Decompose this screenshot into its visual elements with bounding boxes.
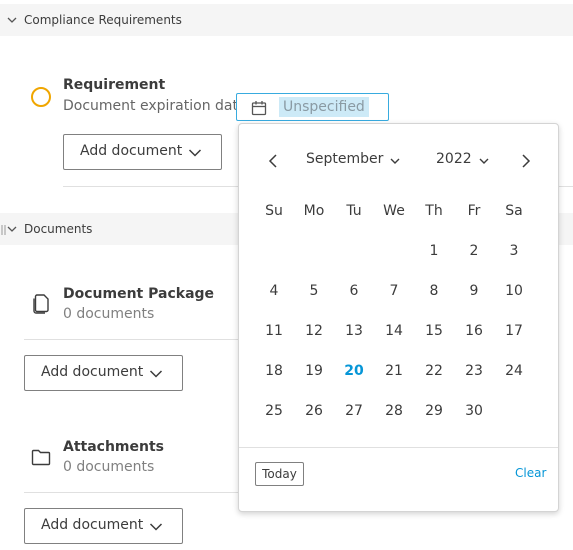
document-package-count: 0 documents — [63, 306, 155, 322]
compliance-section-header[interactable]: Compliance Requirements — [0, 4, 573, 36]
calendar-day[interactable]: 17 — [499, 323, 529, 339]
calendar-day[interactable]: 24 — [499, 363, 529, 379]
chevron-down-icon[interactable] — [479, 157, 489, 165]
add-document-button-requirement[interactable]: Add document — [63, 134, 222, 170]
calendar-day[interactable]: 4 — [259, 283, 289, 299]
weekday-header: Su — [265, 203, 283, 219]
expiration-date-label: Document expiration date: — [63, 98, 252, 114]
calendar-day[interactable]: 21 — [379, 363, 409, 379]
calendar-day[interactable]: 19 — [299, 363, 329, 379]
calendar-day[interactable]: 3 — [499, 243, 529, 259]
calendar-day[interactable]: 20 — [339, 363, 369, 379]
divider — [24, 339, 238, 340]
status-circle-icon — [31, 87, 51, 107]
calendar-day[interactable]: 18 — [259, 363, 289, 379]
calendar-day[interactable]: 14 — [379, 323, 409, 339]
section-title-documents: Documents — [24, 222, 93, 236]
today-button[interactable]: Today — [255, 462, 304, 486]
calendar-day[interactable]: 22 — [419, 363, 449, 379]
chevron-down-icon[interactable] — [390, 157, 400, 165]
chevron-down-icon — [149, 370, 163, 378]
add-document-label: Add document — [80, 143, 183, 159]
chevron-down-icon[interactable] — [7, 15, 17, 25]
weekday-header: Mo — [303, 203, 325, 219]
divider — [239, 447, 558, 448]
chevron-down-icon — [149, 523, 163, 531]
calendar-day[interactable]: 27 — [339, 403, 369, 419]
calendar-day[interactable]: 5 — [299, 283, 329, 299]
add-document-button-package[interactable]: Add document — [24, 355, 183, 391]
calendar-day[interactable]: 9 — [459, 283, 489, 299]
divider — [24, 492, 238, 493]
calendar-day[interactable]: 10 — [499, 283, 529, 299]
section-title-compliance: Compliance Requirements — [24, 13, 182, 27]
year-select[interactable]: 2022 — [436, 151, 472, 167]
calendar-day[interactable]: 28 — [379, 403, 409, 419]
calendar-day[interactable]: 8 — [419, 283, 449, 299]
calendar-day[interactable]: 11 — [259, 323, 289, 339]
expiration-date-value: Unspecified — [279, 97, 369, 117]
requirement-title: Requirement — [63, 77, 166, 93]
calendar-day[interactable]: 30 — [459, 403, 489, 419]
weekday-header: Tu — [346, 203, 362, 219]
next-month-icon[interactable] — [520, 154, 532, 168]
previous-month-icon[interactable] — [267, 154, 279, 168]
calendar-day[interactable]: 13 — [339, 323, 369, 339]
calendar-day[interactable]: 25 — [259, 403, 289, 419]
calendar-day[interactable]: 15 — [419, 323, 449, 339]
add-document-label: Add document — [41, 364, 144, 380]
clear-button[interactable]: Clear — [515, 466, 546, 480]
chevron-down-icon[interactable] — [7, 224, 17, 234]
calendar-day[interactable]: 7 — [379, 283, 409, 299]
calendar-day[interactable]: 26 — [299, 403, 329, 419]
month-select[interactable]: September — [306, 151, 383, 167]
calendar-day[interactable]: 23 — [459, 363, 489, 379]
weekday-header: Fr — [467, 203, 481, 219]
weekday-header: Sa — [505, 203, 523, 219]
documents-stack-icon — [33, 294, 49, 314]
weekday-header: Th — [425, 203, 443, 219]
document-package-title: Document Package — [63, 286, 215, 302]
calendar-day[interactable]: 12 — [299, 323, 329, 339]
calendar-day[interactable]: 6 — [339, 283, 369, 299]
calendar-day[interactable]: 1 — [419, 243, 449, 259]
date-picker-popup: September 2022 Today Clear Su Mo Tu We Th Fr S… — [238, 123, 559, 512]
weekday-header: We — [383, 203, 405, 219]
calendar-day[interactable]: 29 — [419, 403, 449, 419]
add-document-button-attachments[interactable]: Add document — [24, 508, 183, 544]
attachments-title: Attachments — [63, 439, 165, 455]
chevron-down-icon — [188, 149, 202, 157]
calendar-day[interactable]: 16 — [459, 323, 489, 339]
add-document-label: Add document — [41, 517, 144, 533]
calendar-icon — [251, 101, 267, 116]
attachments-count: 0 documents — [63, 459, 155, 475]
expiration-date-field[interactable]: Unspecified — [236, 93, 389, 121]
folder-icon — [31, 449, 51, 466]
calendar-day[interactable]: 2 — [459, 243, 489, 259]
